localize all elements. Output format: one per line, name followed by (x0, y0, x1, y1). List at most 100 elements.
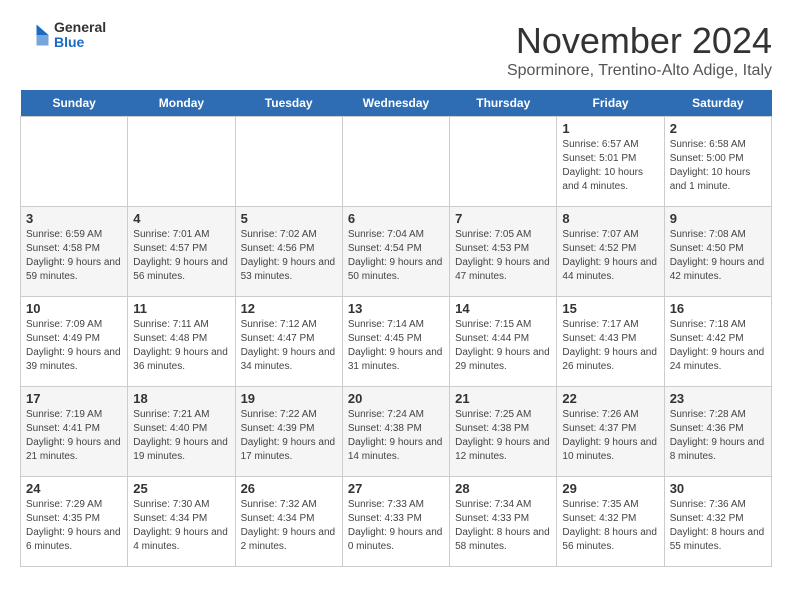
day-number: 7 (455, 211, 551, 226)
day-number: 17 (26, 391, 122, 406)
day-number: 30 (670, 481, 766, 496)
calendar-cell: 13 Sunrise: 7:14 AM Sunset: 4:45 PM Dayli… (342, 297, 449, 387)
calendar-cell: 20 Sunrise: 7:24 AM Sunset: 4:38 PM Dayli… (342, 387, 449, 477)
day-info: Sunrise: 6:58 AM Sunset: 5:00 PM Dayligh… (670, 139, 751, 192)
day-number: 6 (348, 211, 444, 226)
month-title: November 2024 (507, 20, 772, 62)
day-number: 20 (348, 391, 444, 406)
calendar-cell: 30Sunrise: 7:36 AM Sunset: 4:32 PM Dayli… (664, 477, 771, 567)
calendar-cell: 14Sunrise: 7:15 AM Sunset: 4:44 PM Dayli… (450, 297, 557, 387)
calendar-cell: 9Sunrise: 7:08 AM Sunset: 4:50 PM Daylig… (664, 207, 771, 297)
calendar-cell: 8Sunrise: 7:07 AM Sunset: 4:52 PM Daylig… (557, 207, 664, 297)
day-info: Sunrise: 6:59 AM Sunset: 4:58 PM Dayligh… (26, 229, 121, 282)
day-number: 29 (562, 481, 658, 496)
day-number: 1 (562, 121, 658, 136)
calendar-cell (235, 117, 342, 207)
weekday-header-sunday: Sunday (21, 90, 128, 117)
calendar-cell (128, 117, 235, 207)
calendar-cell: 17 Sunrise: 7:19 AM Sunset: 4:41 PM Dayli… (21, 387, 128, 477)
day-info: Sunrise: 7:02 AM Sunset: 4:56 PM Dayligh… (241, 229, 336, 282)
calendar-cell: 1 Sunrise: 6:57 AM Sunset: 5:01 PM Daylig… (557, 117, 664, 207)
day-info: Sunrise: 7:21 AM Sunset: 4:40 PM Dayligh… (133, 409, 228, 462)
day-number: 13 (348, 301, 444, 316)
calendar-cell: 29 Sunrise: 7:35 AM Sunset: 4:32 PM Dayli… (557, 477, 664, 567)
calendar-cell: 21 Sunrise: 7:25 AM Sunset: 4:38 PM Dayli… (450, 387, 557, 477)
calendar-cell: 27 Sunrise: 7:33 AM Sunset: 4:33 PM Dayli… (342, 477, 449, 567)
calendar-cell: 28Sunrise: 7:34 AM Sunset: 4:33 PM Dayli… (450, 477, 557, 567)
day-info: Sunrise: 7:32 AM Sunset: 4:34 PM Dayligh… (241, 499, 336, 552)
day-info: Sunrise: 7:14 AM Sunset: 4:45 PM Dayligh… (348, 319, 443, 372)
logo-icon (20, 20, 50, 50)
day-number: 19 (241, 391, 337, 406)
day-number: 8 (562, 211, 658, 226)
day-info: Sunrise: 7:01 AM Sunset: 4:57 PM Dayligh… (133, 229, 228, 282)
calendar-cell: 26 Sunrise: 7:32 AM Sunset: 4:34 PM Dayli… (235, 477, 342, 567)
calendar-cell: 5 Sunrise: 7:02 AM Sunset: 4:56 PM Daylig… (235, 207, 342, 297)
day-info: Sunrise: 7:33 AM Sunset: 4:33 PM Dayligh… (348, 499, 443, 552)
day-number: 28 (455, 481, 551, 496)
day-info: Sunrise: 7:28 AM Sunset: 4:36 PM Dayligh… (670, 409, 765, 462)
calendar-cell: 23 Sunrise: 7:28 AM Sunset: 4:36 PM Dayli… (664, 387, 771, 477)
calendar-cell (450, 117, 557, 207)
weekday-header-wednesday: Wednesday (342, 90, 449, 117)
calendar-cell: 15 Sunrise: 7:17 AM Sunset: 4:43 PM Dayli… (557, 297, 664, 387)
day-number: 22 (562, 391, 658, 406)
calendar-cell: 2 Sunrise: 6:58 AM Sunset: 5:00 PM Daylig… (664, 117, 771, 207)
page-header: General Blue November 2024 Sporminore, T… (20, 20, 772, 80)
day-number: 11 (133, 301, 229, 316)
location-title: Sporminore, Trentino-Alto Adige, Italy (507, 62, 772, 80)
day-number: 12 (241, 301, 337, 316)
calendar-cell: 16 Sunrise: 7:18 AM Sunset: 4:42 PM Dayli… (664, 297, 771, 387)
weekday-header-friday: Friday (557, 90, 664, 117)
calendar-cell: 25 Sunrise: 7:30 AM Sunset: 4:34 PM Dayli… (128, 477, 235, 567)
day-info: Sunrise: 7:11 AM Sunset: 4:48 PM Dayligh… (133, 319, 228, 372)
day-info: Sunrise: 7:25 AM Sunset: 4:38 PM Dayligh… (455, 409, 550, 462)
day-info: Sunrise: 6:57 AM Sunset: 5:01 PM Dayligh… (562, 139, 643, 192)
calendar-cell: 22 Sunrise: 7:26 AM Sunset: 4:37 PM Dayli… (557, 387, 664, 477)
calendar-cell: 7 Sunrise: 7:05 AM Sunset: 4:53 PM Daylig… (450, 207, 557, 297)
day-info: Sunrise: 7:05 AM Sunset: 4:53 PM Dayligh… (455, 229, 550, 282)
calendar-table: SundayMondayTuesdayWednesdayThursdayFrid… (20, 90, 772, 567)
weekday-header-monday: Monday (128, 90, 235, 117)
day-info: Sunrise: 7:24 AM Sunset: 4:38 PM Dayligh… (348, 409, 443, 462)
calendar-cell (342, 117, 449, 207)
logo-blue-text: Blue (54, 35, 106, 50)
calendar-cell (21, 117, 128, 207)
weekday-header-thursday: Thursday (450, 90, 557, 117)
day-number: 25 (133, 481, 229, 496)
day-number: 26 (241, 481, 337, 496)
calendar-cell: 18 Sunrise: 7:21 AM Sunset: 4:40 PM Dayli… (128, 387, 235, 477)
logo-general-text: General (54, 20, 106, 35)
day-info: Sunrise: 7:26 AM Sunset: 4:37 PM Dayligh… (562, 409, 657, 462)
day-number: 5 (241, 211, 337, 226)
day-info: Sunrise: 7:08 AM Sunset: 4:50 PM Dayligh… (670, 229, 765, 282)
calendar-cell: 19 Sunrise: 7:22 AM Sunset: 4:39 PM Dayli… (235, 387, 342, 477)
day-info: Sunrise: 7:12 AM Sunset: 4:47 PM Dayligh… (241, 319, 336, 372)
logo: General Blue (20, 20, 106, 51)
day-info: Sunrise: 7:35 AM Sunset: 4:32 PM Dayligh… (562, 499, 657, 552)
day-number: 4 (133, 211, 229, 226)
day-info: Sunrise: 7:18 AM Sunset: 4:42 PM Dayligh… (670, 319, 765, 372)
day-number: 10 (26, 301, 122, 316)
calendar-cell: 6 Sunrise: 7:04 AM Sunset: 4:54 PM Daylig… (342, 207, 449, 297)
day-number: 24 (26, 481, 122, 496)
day-number: 15 (562, 301, 658, 316)
day-info: Sunrise: 7:29 AM Sunset: 4:35 PM Dayligh… (26, 499, 121, 552)
title-section: November 2024 Sporminore, Trentino-Alto … (507, 20, 772, 80)
day-info: Sunrise: 7:19 AM Sunset: 4:41 PM Dayligh… (26, 409, 121, 462)
day-number: 18 (133, 391, 229, 406)
day-number: 16 (670, 301, 766, 316)
calendar-cell: 24 Sunrise: 7:29 AM Sunset: 4:35 PM Dayli… (21, 477, 128, 567)
day-number: 2 (670, 121, 766, 136)
day-info: Sunrise: 7:09 AM Sunset: 4:49 PM Dayligh… (26, 319, 121, 372)
day-number: 23 (670, 391, 766, 406)
day-info: Sunrise: 7:17 AM Sunset: 4:43 PM Dayligh… (562, 319, 657, 372)
day-number: 27 (348, 481, 444, 496)
day-number: 3 (26, 211, 122, 226)
day-info: Sunrise: 7:30 AM Sunset: 4:34 PM Dayligh… (133, 499, 228, 552)
day-number: 21 (455, 391, 551, 406)
calendar-cell: 12 Sunrise: 7:12 AM Sunset: 4:47 PM Dayli… (235, 297, 342, 387)
day-info: Sunrise: 7:04 AM Sunset: 4:54 PM Dayligh… (348, 229, 443, 282)
calendar-cell: 4 Sunrise: 7:01 AM Sunset: 4:57 PM Daylig… (128, 207, 235, 297)
day-info: Sunrise: 7:22 AM Sunset: 4:39 PM Dayligh… (241, 409, 336, 462)
